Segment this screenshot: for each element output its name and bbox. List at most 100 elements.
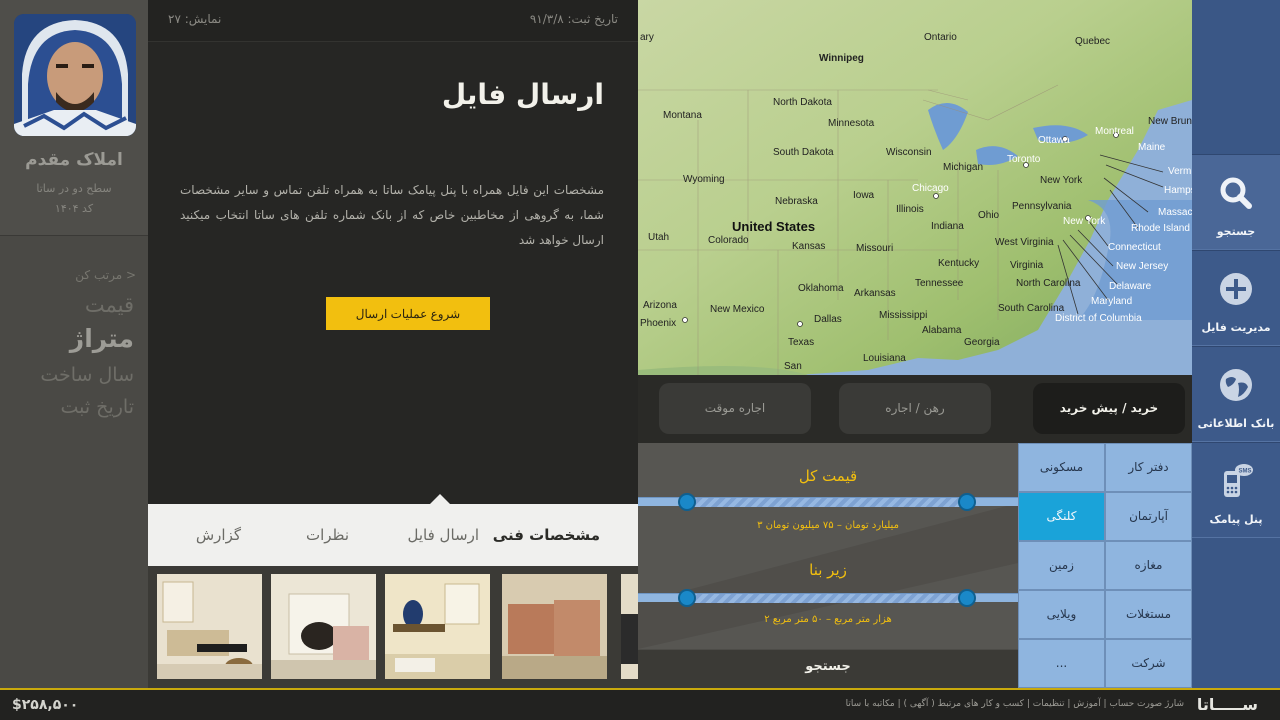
map-view[interactable]: Winnipeg Ontario Quebec Montreal Ottawa …	[638, 0, 1192, 375]
map-label: West Virginia	[995, 237, 1054, 248]
type-teardown[interactable]: کلنگی	[1018, 492, 1105, 541]
type-office[interactable]: دفتر کار	[1105, 443, 1192, 492]
nav-label: مدیریت فایل	[1201, 321, 1271, 334]
type-shop[interactable]: مغازه	[1105, 541, 1192, 590]
file-header: تاریخ ثبت: ۹۱/۳/۸ نمایش: ۲۷	[148, 0, 638, 42]
map-label: Maine	[1138, 142, 1166, 153]
sort-label: مرتب کن >	[75, 268, 136, 282]
map-label: Oklahoma	[798, 283, 844, 294]
map-label: Minnesota	[828, 118, 875, 129]
property-type-grid: دفتر کار مسکونی آپارتمان کلنگی مغازه زمی…	[1018, 443, 1192, 688]
sort-item-price[interactable]: قیمت	[85, 293, 134, 317]
map-label: South Dakota	[773, 147, 834, 158]
deal-type-temp-rent[interactable]: اجاره موقت	[659, 383, 811, 434]
nav-file-management[interactable]: مدیریت فایل	[1192, 250, 1280, 346]
type-land[interactable]: زمین	[1018, 541, 1105, 590]
map-label: District of Columbia	[1055, 313, 1142, 324]
map-label: Phoenix	[640, 318, 676, 329]
nav-bottom-spacer	[1192, 538, 1280, 688]
map-label: Texas	[788, 337, 814, 348]
detail-tabs: مشخصات فنی ارسال فایل نظرات گزارش	[148, 494, 638, 566]
range-filters: قیمت کل ۳ میلیارد تومان – ۷۵ میلیون توما…	[638, 443, 1018, 649]
brand-logo[interactable]: ســـــاتا	[1197, 695, 1258, 714]
map-label: Iowa	[853, 190, 875, 201]
price-range-fill	[686, 498, 966, 507]
user-name: املاک مقدم	[25, 150, 123, 170]
map-label: Ontario	[924, 32, 957, 43]
type-more[interactable]: ...	[1018, 639, 1105, 688]
nav-sms-panel[interactable]: SMS پنل پیامک	[1192, 442, 1280, 538]
deal-type-rent[interactable]: رهن / اجاره	[839, 383, 991, 434]
area-min-handle[interactable]	[678, 589, 696, 607]
type-company[interactable]: شرکت	[1105, 639, 1192, 688]
search-panel: خرید / پیش خرید رهن / اجاره اجاره موقت ق…	[638, 375, 1192, 688]
map-label: Louisiana	[863, 353, 906, 364]
footer-divider: |	[1100, 699, 1107, 709]
map-label: Connecticut	[1108, 242, 1161, 253]
map-label: Montana	[663, 110, 702, 121]
main-nav: جستجو مدیریت فایل بانک اطلاعاتی SMS پنل …	[1192, 0, 1280, 688]
map-label: Virginia	[1010, 260, 1044, 271]
active-tab-caret	[429, 494, 451, 505]
map-label: Kansas	[792, 241, 825, 252]
nav-database[interactable]: بانک اطلاعاتی	[1192, 346, 1280, 442]
footer-link-settings[interactable]: تنظیمات	[1033, 699, 1065, 709]
map-label: New Mexico	[710, 304, 765, 315]
area-max-handle[interactable]	[958, 589, 976, 607]
price-min-handle[interactable]	[678, 493, 696, 511]
map-label: Nebraska	[775, 196, 818, 207]
map-label: Delaware	[1109, 281, 1152, 292]
map-label: Wisconsin	[886, 147, 932, 158]
nav-top-spacer	[1192, 0, 1280, 154]
map-label: New York	[1063, 216, 1106, 227]
nav-label: پنل پیامک	[1209, 513, 1263, 526]
footer-divider: |	[894, 699, 901, 709]
price-range-value: ۳ میلیارد تومان – ۷۵ میلیون تومان	[757, 520, 899, 531]
map-label: Winnipeg	[819, 53, 864, 64]
avatar[interactable]	[14, 14, 136, 136]
gallery-thumbnail[interactable]	[271, 574, 376, 679]
footer-divider: |	[1064, 699, 1071, 709]
search-submit-button[interactable]: جستجو	[638, 649, 1018, 688]
gallery-thumbnail[interactable]	[157, 574, 262, 679]
map-label: Georgia	[964, 337, 1000, 348]
registration-date: تاریخ ثبت: ۹۱/۳/۸	[529, 12, 618, 26]
type-villa[interactable]: ویلایی	[1018, 590, 1105, 639]
deal-type-buy[interactable]: خرید / پیش خرید	[1033, 383, 1185, 434]
type-residential[interactable]: مسکونی	[1018, 443, 1105, 492]
type-apartment[interactable]: آپارتمان	[1105, 492, 1192, 541]
user-level: سطح دو در ساتا	[36, 182, 112, 195]
tab-send-file[interactable]: ارسال فایل	[408, 526, 480, 544]
map-label: Wyoming	[683, 174, 725, 185]
sort-item-build-year[interactable]: سال ساخت	[40, 364, 134, 386]
sort-item-reg-date[interactable]: تاریخ ثبت	[60, 396, 134, 418]
gallery-thumbnail[interactable]	[621, 574, 638, 679]
gallery-thumbnail[interactable]	[502, 574, 607, 679]
tab-specs[interactable]: مشخصات فنی	[493, 526, 600, 544]
map-label: Missouri	[856, 243, 893, 254]
map-label: Massachu	[1158, 207, 1192, 218]
footer-link-contact[interactable]: مکاتبه با ساتا	[846, 699, 895, 709]
footer-link-billing[interactable]: شارژ صورت حساب	[1109, 699, 1184, 709]
add-circle-icon	[1220, 273, 1252, 305]
sort-item-area[interactable]: متراژ	[70, 324, 134, 353]
user-code: کد ۱۴۰۴	[54, 202, 94, 215]
footer-link-tutorial[interactable]: آموزش	[1073, 699, 1100, 709]
map-label: Alabama	[922, 325, 962, 336]
footer-link-related-business[interactable]: کسب و کار های مرتبط ( آگهی )	[904, 699, 1024, 709]
photo-gallery	[148, 566, 638, 688]
nav-search[interactable]: جستجو	[1192, 154, 1280, 250]
map-label: Chicago	[912, 183, 949, 194]
map-label: Kentucky	[938, 258, 979, 269]
type-commercial-property[interactable]: مستغلات	[1105, 590, 1192, 639]
map-label: Quebec	[1075, 36, 1110, 47]
price-max-handle[interactable]	[958, 493, 976, 511]
map-label: Tennessee	[915, 278, 964, 289]
tab-comments[interactable]: نظرات	[306, 526, 349, 544]
map-label: Rhode Island	[1131, 223, 1190, 234]
gallery-thumbnail[interactable]	[385, 574, 490, 679]
tab-report[interactable]: گزارش	[196, 526, 241, 544]
start-send-button[interactable]: شروع عملیات ارسال	[326, 297, 490, 330]
map-label: North Dakota	[773, 97, 832, 108]
map-label: Toronto	[1007, 154, 1041, 165]
